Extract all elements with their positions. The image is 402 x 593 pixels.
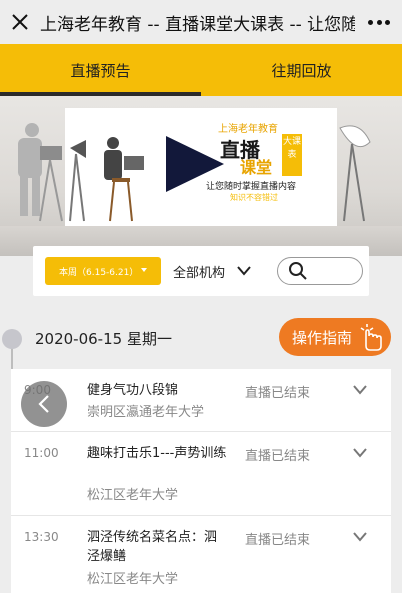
tab-past-replays[interactable]: 往期回放 <box>201 44 402 96</box>
guide-button[interactable]: 操作指南 <box>279 318 391 356</box>
title-bar: 上海老年教育 -- 直播课堂大课表 -- 让您随时掌握直播内容 <box>0 0 402 44</box>
more-menu-button[interactable] <box>368 13 390 31</box>
banner-brand-top: 上海老年教育 <box>218 124 278 135</box>
close-icon <box>12 14 28 30</box>
chevron-down-icon[interactable] <box>353 532 367 542</box>
week-label: 本周（6.15-6.21） <box>59 267 139 278</box>
course-time: 11:00 <box>24 446 59 460</box>
chevron-down-icon[interactable] <box>353 385 367 395</box>
list-item[interactable]: 11:00 趣味打击乐1---声势训练 松江区老年大学 直播已结束 <box>11 432 391 516</box>
caret-down-icon <box>141 268 147 272</box>
course-org: 松江区老年大学 <box>87 572 179 587</box>
tap-hand-icon <box>360 324 382 351</box>
course-status: 直播已结束 <box>245 386 311 401</box>
timeline-dot <box>2 329 22 349</box>
page-title: 上海老年教育 -- 直播课堂大课表 -- 让您随时掌握直播内容 <box>40 14 355 35</box>
course-time: 13:30 <box>24 530 59 544</box>
close-button[interactable] <box>0 0 40 44</box>
course-title: 健身气功八段锦 <box>87 383 179 398</box>
banner-image: 上海老年教育 直播 课堂 大课表 让您随时掌握直播内容 知识不容错过 <box>0 96 402 256</box>
schedule-date: 2020-06-15 星期一 <box>35 330 172 348</box>
more-dot-icon <box>376 19 382 25</box>
course-status: 直播已结束 <box>245 449 311 464</box>
course-list: 9:00 健身气功八段锦 崇明区瀛通老年大学 直播已结束 11:00 趣味打击乐… <box>11 369 391 593</box>
banner-slogan: 让您随时掌握直播内容 <box>206 182 297 192</box>
search-input[interactable] <box>277 257 364 285</box>
back-button[interactable] <box>21 381 67 427</box>
org-selector[interactable]: 全部机构 <box>173 262 251 281</box>
course-status: 直播已结束 <box>245 533 311 548</box>
more-dot-icon <box>385 19 390 25</box>
list-item[interactable]: 9:00 健身气功八段锦 崇明区瀛通老年大学 直播已结束 <box>11 369 391 432</box>
list-item[interactable]: 13:30 泗泾传统名菜名点：泗泾爆鳝 松江区老年大学 直播已结束 <box>11 516 391 593</box>
chevron-down-icon <box>237 266 251 276</box>
chevron-down-icon[interactable] <box>353 448 367 458</box>
tab-bar: 直播预告 往期回放 <box>0 44 402 96</box>
more-dot-icon <box>368 19 373 25</box>
course-title: 泗泾传统名菜名点：泗泾爆鳝 <box>87 530 218 564</box>
week-selector[interactable]: 本周（6.15-6.21） <box>45 257 161 285</box>
banner-brand-side: 大课表 <box>282 134 302 176</box>
guide-label: 操作指南 <box>292 328 353 347</box>
org-label: 全部机构 <box>173 265 226 281</box>
filter-bar: 本周（6.15-6.21） 全部机构 <box>33 246 369 296</box>
course-title: 趣味打击乐1---声势训练 <box>87 446 227 461</box>
banner-slogan-secondary: 知识不容错过 <box>230 193 278 202</box>
chevron-left-icon <box>38 395 49 413</box>
banner-brand-subtitle: 课堂 <box>240 158 273 177</box>
search-icon <box>289 262 307 280</box>
course-org: 松江区老年大学 <box>87 488 179 503</box>
course-org: 崇明区瀛通老年大学 <box>87 405 205 420</box>
tab-live-preview[interactable]: 直播预告 <box>0 44 201 96</box>
